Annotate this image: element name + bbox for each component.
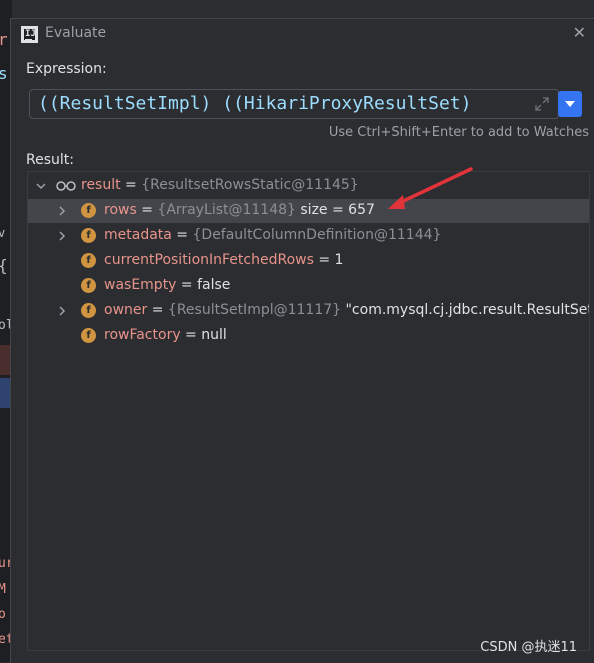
editor-glyph: v bbox=[0, 226, 6, 240]
result-tree[interactable]: result = {ResultsetRowsStatic@11145} f ro… bbox=[27, 171, 590, 651]
field-icon: f bbox=[81, 203, 96, 218]
field-value: 1 bbox=[334, 252, 344, 268]
root-name: result bbox=[81, 177, 121, 193]
field-value: size = 657 bbox=[295, 202, 375, 218]
editor-glyph: o bbox=[0, 607, 6, 622]
tree-row-rows[interactable]: f rows = {ArrayList@11148} size = 657 bbox=[28, 199, 589, 223]
tree-row-wasEmpty[interactable]: f wasEmpty = false bbox=[28, 274, 589, 298]
chevron-down-icon[interactable] bbox=[34, 179, 48, 193]
dialog-title: Evaluate bbox=[45, 25, 107, 41]
expression-input[interactable]: ((ResultSetImpl) ((HikariProxyResultSet) bbox=[29, 89, 559, 119]
close-icon[interactable]: ✕ bbox=[573, 23, 586, 42]
chevron-right-icon[interactable] bbox=[55, 204, 69, 218]
field-icon: f bbox=[81, 328, 96, 343]
tree-root-row[interactable]: result = {ResultsetRowsStatic@11145} bbox=[28, 174, 589, 198]
editor-highlight-bar bbox=[0, 345, 10, 375]
field-name: wasEmpty bbox=[104, 277, 177, 293]
tree-row-rowFactory[interactable]: f rowFactory = null bbox=[28, 324, 589, 348]
tree-row-metadata[interactable]: f metadata = {DefaultColumnDefinition@111… bbox=[28, 224, 589, 248]
tree-row-currentPositionInFetchedRows[interactable]: f currentPositionInFetchedRows = 1 bbox=[28, 249, 589, 273]
editor-glyph: r bbox=[0, 30, 8, 49]
field-value: false bbox=[197, 277, 231, 293]
add-to-watches-hint: Use Ctrl+Shift+Enter to add to Watches bbox=[328, 125, 589, 140]
field-ref: {ResultSetImpl@11117} bbox=[167, 302, 342, 318]
dialog-titlebar[interactable]: IJ Evaluate ✕ bbox=[11, 19, 594, 49]
field-value: "com.mysql.cj.jdbc.result.ResultSetImpl@ bbox=[345, 302, 590, 318]
field-icon: f bbox=[81, 303, 96, 318]
chevron-right-icon[interactable] bbox=[55, 229, 69, 243]
field-equals: = bbox=[176, 277, 198, 293]
expression-label: Expression: bbox=[26, 61, 107, 77]
intellij-logo-icon: IJ bbox=[21, 26, 38, 43]
field-name: metadata bbox=[104, 227, 172, 243]
field-name: rowFactory bbox=[104, 327, 181, 343]
tree-row-owner[interactable]: f owner = {ResultSetImpl@11117} "com.mysq… bbox=[28, 299, 589, 323]
editor-glyph: M bbox=[0, 582, 6, 597]
editor-glyph: s bbox=[0, 64, 8, 83]
field-name: rows bbox=[104, 202, 137, 218]
field-equals: = bbox=[313, 252, 335, 268]
field-name: currentPositionInFetchedRows bbox=[104, 252, 314, 268]
field-equals: = bbox=[147, 302, 168, 318]
chevron-right-icon[interactable] bbox=[55, 304, 69, 318]
field-equals: = bbox=[180, 327, 202, 343]
watch-glasses-icon bbox=[56, 180, 76, 192]
field-name: owner bbox=[104, 302, 148, 318]
field-icon: f bbox=[81, 278, 96, 293]
root-ref: {ResultsetRowsStatic@11145} bbox=[141, 177, 359, 193]
field-ref: {DefaultColumnDefinition@11144} bbox=[192, 227, 442, 243]
field-icon: f bbox=[81, 253, 96, 268]
expression-text[interactable]: ((ResultSetImpl) ((HikariProxyResultSet) bbox=[38, 93, 518, 114]
field-value: null bbox=[201, 327, 227, 343]
evaluate-dialog: IJ Evaluate ✕ Expression: ((ResultSetImp… bbox=[10, 18, 594, 663]
editor-glyph: { bbox=[0, 256, 8, 275]
expand-icon[interactable] bbox=[534, 96, 550, 112]
root-equals: = bbox=[120, 177, 142, 193]
editor-highlight-bar bbox=[0, 378, 10, 408]
history-dropdown-button[interactable] bbox=[558, 91, 582, 117]
csdn-watermark: CSDN @执迷11 bbox=[480, 640, 577, 655]
field-equals: = bbox=[136, 202, 158, 218]
result-label: Result: bbox=[26, 152, 74, 168]
field-equals: = bbox=[171, 227, 193, 243]
field-icon: f bbox=[81, 228, 96, 243]
field-ref: {ArrayList@11148} bbox=[157, 202, 296, 218]
